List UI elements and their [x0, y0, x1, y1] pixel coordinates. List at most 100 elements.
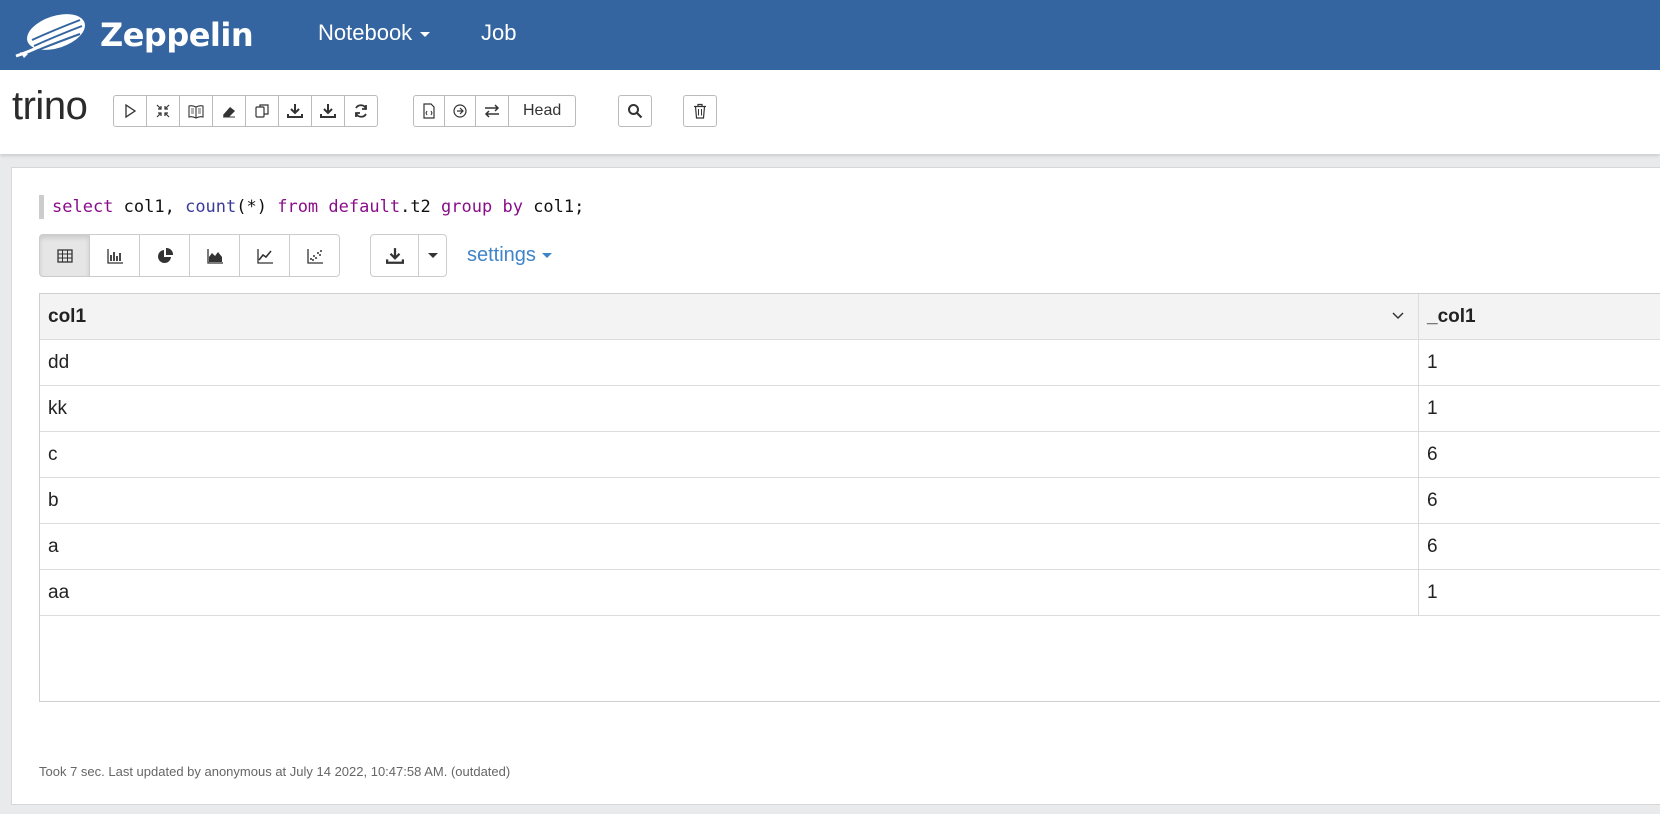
table-cell: 6: [1427, 489, 1438, 511]
code-token-keyword: select: [52, 197, 114, 217]
search-icon: [628, 104, 643, 119]
download-icon: [287, 104, 303, 118]
column-header-_col1[interactable]: _col1: [1419, 294, 1660, 339]
result-table: col1 _col1 dd 1 kk 1 c 6 b 6 a 6 aa 1: [39, 293, 1660, 702]
chevron-down-icon[interactable]: [1392, 311, 1404, 321]
line-chart-icon: [256, 248, 273, 264]
code-token-keyword: group: [441, 197, 493, 217]
download-icon: [385, 247, 404, 264]
nav-notebook-label: Notebook: [318, 20, 413, 45]
chevron-down-icon: [541, 253, 552, 258]
eraser-icon: [223, 107, 235, 118]
chevron-down-icon: [427, 253, 438, 258]
zeppelin-logo[interactable]: Zeppelin: [14, 10, 254, 60]
note-actions-toolbar: [113, 95, 378, 127]
table-header-row: col1 _col1: [40, 294, 1660, 340]
code-token: (*): [236, 197, 278, 217]
play-icon: [125, 103, 137, 119]
download-csv-button[interactable]: [370, 234, 419, 277]
code-token-function: count: [185, 197, 237, 217]
column-header-label: col1: [48, 305, 87, 327]
code-token-keyword: by: [502, 197, 523, 217]
clear-output-button[interactable]: [212, 95, 246, 127]
settings-toggle[interactable]: settings: [467, 244, 552, 267]
hide-output-button[interactable]: [179, 95, 213, 127]
search-code-button[interactable]: [618, 95, 652, 127]
table-cell: kk: [40, 386, 1419, 431]
paragraph-panel: select col1, count(*) from default.t2 gr…: [11, 167, 1660, 805]
nav-notebook-dropdown[interactable]: Notebook: [318, 20, 431, 46]
hide-code-button[interactable]: [146, 95, 180, 127]
trash-icon: [694, 103, 706, 119]
file-code-icon: [423, 103, 435, 119]
compare-revisions-button[interactable]: [475, 95, 509, 127]
visualization-toolbar: [39, 234, 340, 277]
viz-area-chart-button[interactable]: [189, 234, 240, 277]
scatter-chart-icon: [306, 248, 323, 264]
paragraph-status: Took 7 sec. Last updated by anonymous at…: [39, 764, 511, 779]
nav-job-label: Job: [481, 20, 517, 45]
viz-bar-chart-button[interactable]: [89, 234, 140, 277]
circle-arrow-icon: [453, 104, 467, 118]
version-control-toolbar: Head: [413, 95, 577, 127]
run-all-button[interactable]: [113, 95, 147, 127]
code-token-keyword: default: [328, 197, 401, 217]
table-cell: 6: [1427, 535, 1438, 557]
table-cell: 1: [1427, 397, 1438, 419]
download-format-toggle[interactable]: [419, 234, 447, 277]
bar-chart-icon: [106, 248, 123, 264]
code-token: col1,: [113, 197, 186, 217]
code-token: .t2: [400, 197, 442, 217]
refresh-icon: [355, 104, 367, 118]
zeppelin-logo-icon: [15, 14, 85, 58]
table-row[interactable]: kk 1: [40, 386, 1660, 432]
area-chart-icon: [206, 248, 223, 264]
note-title[interactable]: trino: [12, 84, 88, 129]
table-cell: a: [40, 524, 1419, 569]
note-header: trino Head: [0, 70, 1660, 154]
code-token: col1;: [522, 197, 585, 217]
compress-icon: [156, 104, 170, 118]
viz-scatter-chart-button[interactable]: [289, 234, 340, 277]
set-revision-button[interactable]: [444, 95, 476, 127]
top-navbar: Zeppelin Notebook Job: [0, 0, 1660, 70]
result-grid: col1 _col1 dd 1 kk 1 c 6 b 6 a 6 aa 1: [40, 294, 1660, 616]
copy-icon: [255, 104, 269, 118]
table-row[interactable]: aa 1: [40, 570, 1660, 616]
app-name: Zeppelin: [100, 16, 254, 54]
viz-line-chart-button[interactable]: [239, 234, 290, 277]
table-cell: 1: [1427, 351, 1438, 373]
table-row[interactable]: dd 1: [40, 340, 1660, 386]
export-json-button[interactable]: [278, 95, 312, 127]
code-token-keyword: from: [277, 197, 319, 217]
table-cell: b: [40, 478, 1419, 523]
commit-button[interactable]: [413, 95, 445, 127]
clone-note-button[interactable]: [245, 95, 279, 127]
viz-pie-chart-button[interactable]: [139, 234, 190, 277]
table-row[interactable]: a 6: [40, 524, 1660, 570]
table-row[interactable]: c 6: [40, 432, 1660, 478]
table-cell: dd: [40, 340, 1419, 385]
export-ipynb-button[interactable]: [311, 95, 345, 127]
exchange-icon: [484, 104, 500, 118]
table-icon: [56, 248, 73, 263]
viz-table-button[interactable]: [39, 234, 90, 277]
download-data-dropdown: [370, 234, 447, 277]
column-header-col1[interactable]: col1: [40, 294, 1419, 339]
table-row[interactable]: b 6: [40, 478, 1660, 524]
book-icon: [188, 105, 204, 119]
table-cell: aa: [40, 570, 1419, 615]
table-cell: c: [40, 432, 1419, 477]
search-toolbar: [618, 95, 652, 127]
nav-job-link[interactable]: Job: [481, 20, 516, 46]
table-cell: 1: [1427, 581, 1438, 603]
chevron-down-icon: [420, 31, 431, 37]
remove-note-button[interactable]: [683, 95, 717, 127]
code-editor[interactable]: select col1, count(*) from default.t2 gr…: [39, 195, 584, 219]
download-icon: [320, 104, 336, 118]
revision-head-button[interactable]: Head: [508, 95, 577, 127]
table-cell: 6: [1427, 443, 1438, 465]
reload-button[interactable]: [344, 95, 378, 127]
